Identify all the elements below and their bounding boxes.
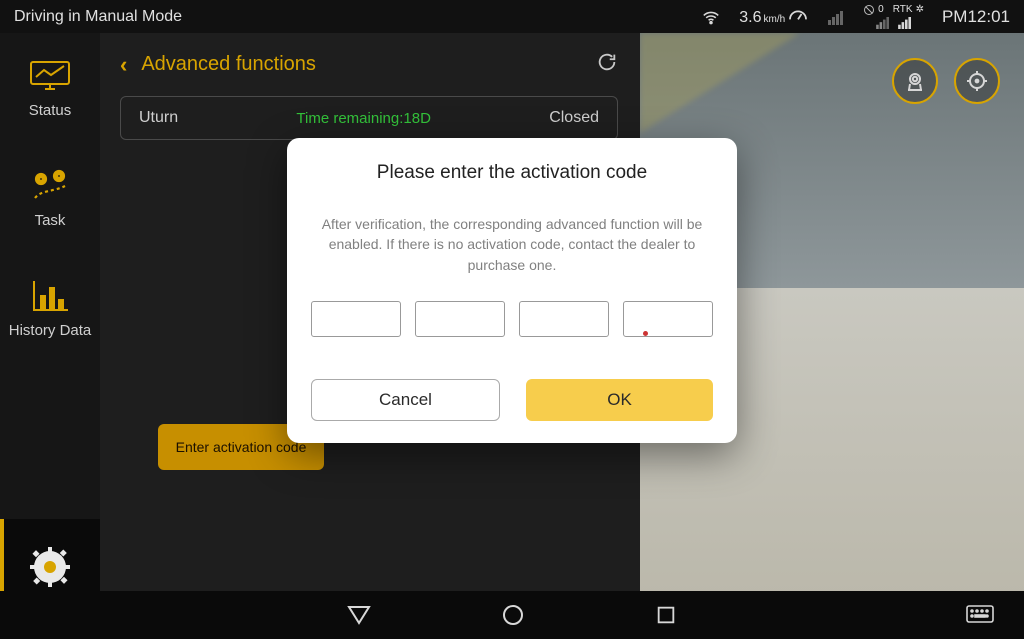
- code-segment-3[interactable]: [519, 301, 609, 337]
- activation-code-inputs: [311, 301, 713, 337]
- dialog-actions: Cancel OK: [311, 379, 713, 421]
- dialog-description: After verification, the corresponding ad…: [311, 214, 713, 275]
- button-label: OK: [607, 390, 632, 410]
- code-segment-4[interactable]: [623, 301, 713, 337]
- dialog-title: Please enter the activation code: [311, 162, 713, 184]
- error-dot-icon: [643, 331, 648, 336]
- code-segment-2[interactable]: [415, 301, 505, 337]
- ok-button[interactable]: OK: [526, 379, 713, 421]
- code-segment-1[interactable]: [311, 301, 401, 337]
- cancel-button[interactable]: Cancel: [311, 379, 500, 421]
- activation-code-dialog: Please enter the activation code After v…: [287, 138, 737, 443]
- modal-overlay: Please enter the activation code After v…: [0, 0, 1024, 639]
- button-label: Cancel: [379, 390, 432, 410]
